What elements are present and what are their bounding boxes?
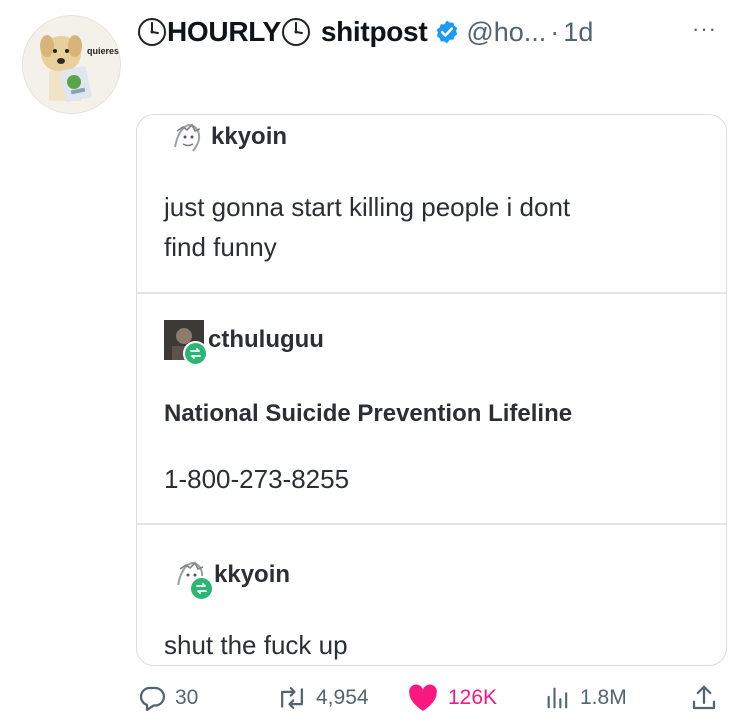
clock-icon bbox=[281, 17, 311, 47]
clock-icon bbox=[137, 17, 167, 47]
post-header: kkyoin bbox=[167, 117, 287, 157]
tumblr-screenshot-card[interactable]: kkyoin just gonna start killing people i… bbox=[136, 114, 727, 666]
reply-count: 30 bbox=[175, 686, 199, 709]
repost-icon bbox=[281, 687, 303, 709]
display-name-suffix[interactable]: shitpost bbox=[321, 16, 428, 48]
post-username[interactable]: kkyoin bbox=[211, 123, 287, 151]
more-options-icon[interactable]: ··· bbox=[692, 16, 717, 42]
repost-count: 4,954 bbox=[316, 686, 369, 709]
author-handle[interactable]: @ho... bbox=[466, 17, 546, 48]
post-text: shut the fuck up bbox=[164, 630, 348, 660]
tweet-timestamp[interactable]: 1d bbox=[563, 17, 593, 48]
views-button[interactable]: 1.8M bbox=[544, 683, 627, 713]
lifeline-number: 1-800-273-8255 bbox=[164, 464, 350, 494]
post-divider bbox=[137, 292, 726, 294]
like-count: 126K bbox=[448, 686, 498, 709]
post-header: kkyoin bbox=[170, 555, 290, 601]
reblog-icon bbox=[189, 576, 214, 601]
display-name[interactable]: HOURLY bbox=[167, 16, 281, 48]
post-text: just gonna start killing people i dont f… bbox=[164, 187, 570, 267]
repost-button[interactable]: 4,954 bbox=[276, 683, 369, 713]
post-text-line: just gonna start killing people i dont bbox=[164, 192, 571, 222]
avatar-caption: quieres bbox=[87, 46, 119, 56]
sketch-avatar-icon bbox=[167, 117, 207, 157]
verified-badge-icon bbox=[434, 19, 460, 45]
lifeline-heading: National Suicide Prevention Lifeline bbox=[164, 400, 573, 427]
view-count: 1.8M bbox=[580, 686, 627, 709]
tweet-action-bar: 30 4,954 126K 1.8M bbox=[0, 683, 750, 717]
tweet-header: HOURLY shitpost @ho... · 1d bbox=[137, 12, 593, 52]
author-avatar[interactable]: quieres bbox=[22, 15, 121, 114]
user-photo-avatar-icon bbox=[164, 320, 208, 366]
analytics-icon bbox=[547, 687, 568, 709]
post-username[interactable]: cthuluguu bbox=[208, 326, 324, 354]
share-icon bbox=[692, 685, 716, 710]
like-button[interactable]: 126K bbox=[406, 683, 497, 713]
post-username[interactable]: kkyoin bbox=[214, 561, 290, 589]
heart-icon bbox=[409, 684, 437, 711]
share-button[interactable] bbox=[689, 683, 719, 713]
reply-icon bbox=[139, 686, 165, 711]
reply-button[interactable]: 30 bbox=[137, 683, 198, 713]
post-text-line: find funny bbox=[164, 232, 277, 262]
reblog-icon bbox=[183, 341, 208, 366]
post-divider bbox=[137, 523, 726, 525]
dog-avatar-image: quieres bbox=[23, 16, 120, 113]
post-header: cthuluguu bbox=[164, 320, 324, 366]
sketch-avatar-icon bbox=[170, 555, 214, 601]
meta-separator: · bbox=[550, 16, 560, 47]
